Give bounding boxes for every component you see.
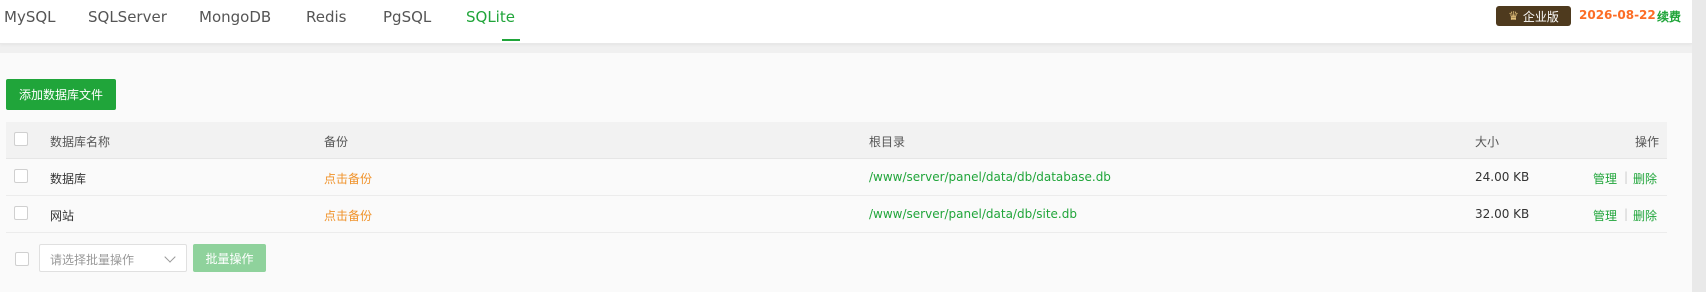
row-checkbox[interactable]: [14, 206, 28, 220]
manage-link[interactable]: 管理: [1593, 170, 1617, 187]
root-path-link[interactable]: /www/server/panel/data/db/database.db: [869, 170, 1111, 184]
add-database-file-button[interactable]: 添加数据库文件: [6, 79, 116, 110]
tab-sqlserver[interactable]: SQLServer: [88, 8, 167, 26]
backup-link[interactable]: 点击备份: [324, 170, 372, 187]
renew-link[interactable]: 续费: [1657, 8, 1681, 25]
backup-link[interactable]: 点击备份: [324, 207, 372, 224]
row-size: 24.00 KB: [1475, 170, 1530, 184]
table-header: 数据库名称 备份 根目录 大小 操作: [6, 122, 1667, 159]
database-type-tabs-bar: MySQL SQLServer MongoDB Redis PgSQL SQLi…: [0, 0, 1692, 44]
tab-redis[interactable]: Redis: [306, 8, 346, 26]
op-separator: |: [1624, 207, 1629, 221]
column-name-header: 数据库名称: [50, 135, 111, 149]
batch-operation-select[interactable]: 请选择批量操作: [39, 244, 187, 272]
column-ops-header: 操作: [1635, 135, 1660, 149]
tab-mysql[interactable]: MySQL: [4, 8, 56, 26]
batch-select-placeholder: 请选择批量操作: [50, 253, 135, 267]
tab-sqlite[interactable]: SQLite: [466, 8, 515, 26]
column-size-header: 大小: [1475, 135, 1500, 149]
row-db-name: 网站: [50, 209, 75, 223]
select-all-checkbox[interactable]: [14, 132, 28, 146]
op-separator: |: [1624, 170, 1629, 184]
batch-operation-button[interactable]: 批量操作: [193, 244, 266, 272]
edition-label: 企业版: [1522, 9, 1559, 24]
expire-date: 2026-08-22: [1579, 8, 1656, 22]
delete-link[interactable]: 删除: [1633, 170, 1657, 187]
batch-select-checkbox[interactable]: [15, 252, 29, 266]
table-row: 数据库 点击备份 /www/server/panel/data/db/datab…: [6, 159, 1667, 196]
table-row: 网站 点击备份 /www/server/panel/data/db/site.d…: [6, 196, 1667, 233]
crown-icon: ♛: [1508, 9, 1519, 23]
root-path-link[interactable]: /www/server/panel/data/db/site.db: [869, 207, 1077, 221]
column-root-header: 根目录: [869, 135, 906, 149]
enterprise-edition-badge[interactable]: ♛ 企业版: [1496, 6, 1571, 26]
tab-mongodb[interactable]: MongoDB: [199, 8, 271, 26]
manage-link[interactable]: 管理: [1593, 207, 1617, 224]
row-size: 32.00 KB: [1475, 207, 1530, 221]
tab-pgsql[interactable]: PgSQL: [383, 8, 431, 26]
chevron-down-icon: [164, 251, 176, 263]
scrollbar[interactable]: [1692, 0, 1706, 292]
active-tab-indicator: [502, 39, 520, 41]
column-backup-header: 备份: [324, 135, 349, 149]
row-db-name: 数据库: [50, 172, 87, 186]
row-checkbox[interactable]: [14, 169, 28, 183]
delete-link[interactable]: 删除: [1633, 207, 1657, 224]
